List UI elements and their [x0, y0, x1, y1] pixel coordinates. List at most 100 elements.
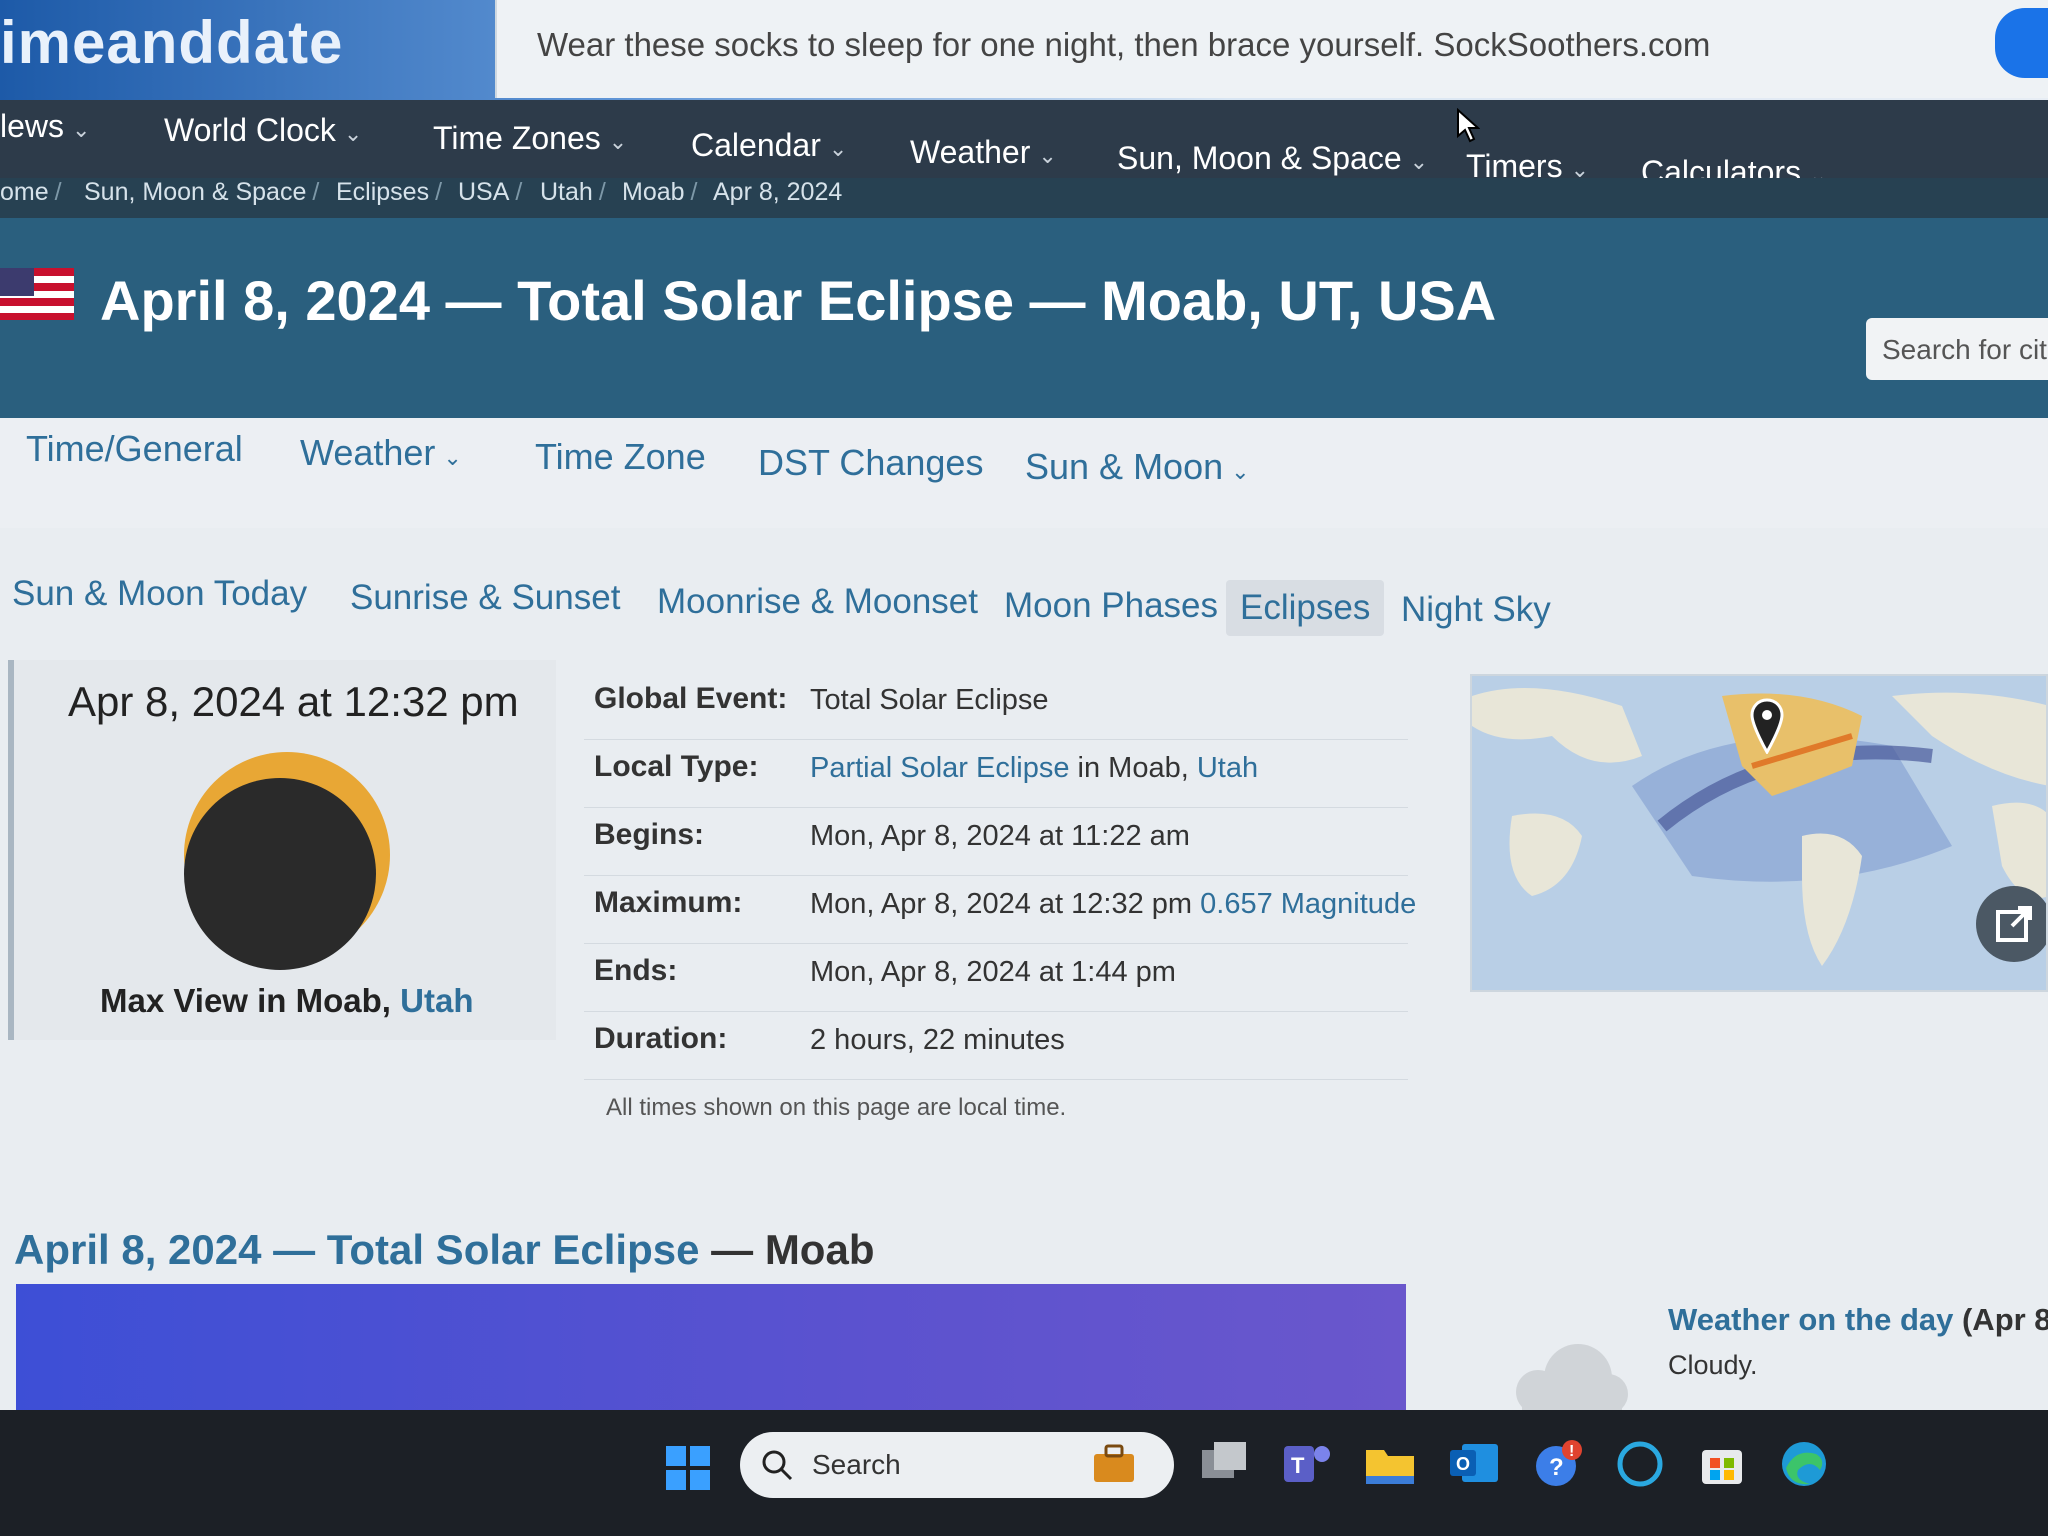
- page-title: April 8, 2024 — Total Solar Eclipse — Mo…: [100, 269, 1497, 332]
- tab-time-zone[interactable]: Time Zone: [535, 436, 706, 478]
- eclipse-section-title: April 8, 2024 — Total Solar Eclipse — Mo…: [14, 1226, 875, 1273]
- open-map-button[interactable]: [1976, 886, 2046, 962]
- breadcrumb-usa[interactable]: USA /: [458, 178, 522, 207]
- breadcrumb-moab[interactable]: Moab /: [622, 178, 698, 207]
- taskbar-search-label: Search: [812, 1449, 901, 1480]
- briefcase-icon: [1094, 1444, 1134, 1482]
- taskbar-search-box[interactable]: Search: [740, 1432, 1174, 1498]
- tab-eclipses[interactable]: Eclipses: [1226, 580, 1385, 636]
- weather-heading: Weather on the day (Apr 8): [1668, 1302, 2048, 1337]
- local-type-link[interactable]: Partial Solar Eclipse: [810, 752, 1070, 784]
- local-time-note: All times shown on this page are local t…: [606, 1094, 1067, 1121]
- task-view-icon[interactable]: [1196, 1436, 1252, 1492]
- windows-taskbar: Search T O ? !: [0, 1410, 2048, 1536]
- browser-page: imeanddate Wear these socks to sleep for…: [0, 0, 2048, 1536]
- us-flag-icon: [0, 268, 74, 320]
- detail-row-duration: Duration: 2 hours, 22 minutes: [584, 1012, 1408, 1080]
- global-event-link[interactable]: Total Solar Eclipse: [810, 684, 1049, 717]
- tab-moonrise-moonset[interactable]: Moonrise & Moonset: [657, 582, 978, 622]
- detail-row-global-event: Global Event: Total Solar Eclipse: [584, 672, 1408, 740]
- max-view-label: Max View in Moab, Utah: [100, 982, 474, 1019]
- windows-start-icon[interactable]: [664, 1444, 712, 1492]
- weather-link[interactable]: Weather on the day: [1668, 1302, 1953, 1337]
- location-pin-icon: [1750, 698, 1784, 754]
- title-band: April 8, 2024 — Total Solar Eclipse — Mo…: [0, 218, 2048, 418]
- detail-value: 2 hours, 22 minutes: [810, 1024, 1065, 1056]
- detail-label: Ends:: [594, 954, 678, 987]
- teams-icon[interactable]: T: [1278, 1436, 1334, 1492]
- edge-browser-icon[interactable]: [1776, 1436, 1832, 1492]
- tab-time-general[interactable]: Time/General: [26, 428, 243, 470]
- detail-row-maximum: Maximum: Mon, Apr 8, 2024 at 12:32 pm 0.…: [584, 876, 1416, 944]
- svg-text:!: !: [1569, 1443, 1574, 1460]
- location-tabs: Time/General Weather ⌄ Time Zone DST Chan…: [0, 418, 2048, 528]
- eclipse-path-map[interactable]: [1470, 674, 2048, 992]
- detail-label: Maximum:: [594, 886, 743, 919]
- ad-button[interactable]: [1995, 8, 2048, 78]
- tab-sun-moon[interactable]: Sun & Moon ⌄: [1025, 446, 1250, 488]
- utah-link[interactable]: Utah: [1197, 752, 1258, 784]
- nav-item-world-clock[interactable]: World Clock ⌄: [164, 112, 362, 149]
- chevron-down-icon: ⌄: [1038, 143, 1057, 168]
- section-title-link[interactable]: April 8, 2024 — Total Solar Eclipse: [14, 1226, 699, 1273]
- cortana-icon[interactable]: [1612, 1436, 1668, 1492]
- breadcrumb-home[interactable]: ome /: [0, 178, 62, 207]
- chevron-down-icon: ⌄: [608, 129, 628, 154]
- tab-sun-moon-today[interactable]: Sun & Moon Today: [12, 574, 307, 614]
- moon-icon: [184, 778, 376, 970]
- svg-text:?: ?: [1549, 1454, 1564, 1481]
- nav-item-time-zones[interactable]: Time Zones ⌄: [433, 120, 627, 157]
- ad-text[interactable]: Wear these socks to sleep for one night,…: [537, 26, 1710, 64]
- detail-value: Mon, Apr 8, 2024 at 12:32 pm 0.657 Magni…: [810, 888, 1417, 920]
- tab-moon-phases[interactable]: Moon Phases: [1004, 586, 1218, 626]
- tab-weather[interactable]: Weather ⌄: [300, 432, 462, 474]
- help-icon[interactable]: ? !: [1530, 1436, 1586, 1492]
- detail-row-local-type: Local Type: Partial Solar Eclipse in Moa…: [584, 740, 1408, 808]
- magnitude-link[interactable]: 0.657 Magnitude: [1200, 888, 1416, 920]
- detail-label: Global Event:: [594, 682, 788, 715]
- breadcrumb: ome / Sun, Moon & Space / Eclipses / USA / U…: [0, 178, 2048, 218]
- chevron-down-icon: ⌄: [443, 445, 462, 470]
- svg-text:T: T: [1291, 1453, 1305, 1478]
- begins-link[interactable]: Mon, Apr 8, 2024 at 11:22 am: [810, 820, 1190, 853]
- detail-value: Mon, Apr 8, 2024 at 1:44 pm: [810, 956, 1176, 988]
- file-explorer-icon[interactable]: [1362, 1436, 1418, 1492]
- outlook-icon[interactable]: O: [1446, 1436, 1502, 1492]
- site-logo[interactable]: imeanddate: [0, 8, 343, 77]
- chevron-down-icon: ⌄: [1409, 149, 1429, 174]
- cloud-icon: [1516, 1344, 1628, 1414]
- chevron-down-icon: ⌄: [343, 121, 363, 146]
- ad-banner[interactable]: Wear these socks to sleep for one night,…: [495, 0, 2048, 98]
- tab-sunrise-sunset[interactable]: Sunrise & Sunset: [350, 578, 620, 618]
- mouse-cursor-icon: [1457, 108, 1480, 143]
- detail-row-begins: Begins: Mon, Apr 8, 2024 at 11:22 am: [584, 808, 1408, 876]
- nav-item-calendar[interactable]: Calendar ⌄: [691, 127, 847, 164]
- tab-dst-changes[interactable]: DST Changes: [758, 442, 983, 484]
- breadcrumb-eclipses[interactable]: Eclipses /: [336, 178, 442, 207]
- detail-label: Duration:: [594, 1022, 728, 1055]
- breadcrumb-current: Apr 8, 2024: [713, 178, 843, 206]
- breadcrumb-sun-moon-space[interactable]: Sun, Moon & Space /: [84, 178, 319, 207]
- detail-row-ends: Ends: Mon, Apr 8, 2024 at 1:44 pm: [584, 944, 1408, 1012]
- site-header: imeanddate Wear these socks to sleep for…: [0, 0, 2048, 100]
- weather-description: Cloudy.: [1668, 1350, 1758, 1380]
- utah-link[interactable]: Utah: [400, 982, 473, 1019]
- chevron-down-icon: ⌄: [1231, 459, 1250, 484]
- max-view-datetime: Apr 8, 2024 at 12:32 pm: [68, 678, 519, 725]
- nav-item-news[interactable]: lews ⌄: [0, 108, 90, 145]
- breadcrumb-utah[interactable]: Utah /: [540, 178, 606, 207]
- eclipse-details: Global Event: Total Solar Eclipse Local …: [584, 672, 1416, 1080]
- nav-item-sun-moon-space[interactable]: Sun, Moon & Space ⌄: [1117, 140, 1428, 177]
- search-icon: [762, 1450, 793, 1481]
- detail-label: Begins:: [594, 818, 705, 851]
- sun-moon-subtabs: Sun & Moon Today Sunrise & Sunset Moonri…: [0, 540, 2048, 650]
- chevron-down-icon: ⌄: [72, 117, 91, 142]
- external-link-icon: [1996, 906, 2032, 942]
- detail-label: Local Type:: [594, 750, 759, 783]
- eclipse-animation-banner[interactable]: [16, 1284, 1406, 1414]
- chevron-down-icon: ⌄: [828, 136, 848, 161]
- microsoft-store-icon[interactable]: [1694, 1436, 1750, 1492]
- city-search-input[interactable]: Search for cit: [1866, 318, 2048, 380]
- tab-night-sky[interactable]: Night Sky: [1401, 590, 1551, 630]
- nav-item-weather[interactable]: Weather ⌄: [910, 134, 1057, 171]
